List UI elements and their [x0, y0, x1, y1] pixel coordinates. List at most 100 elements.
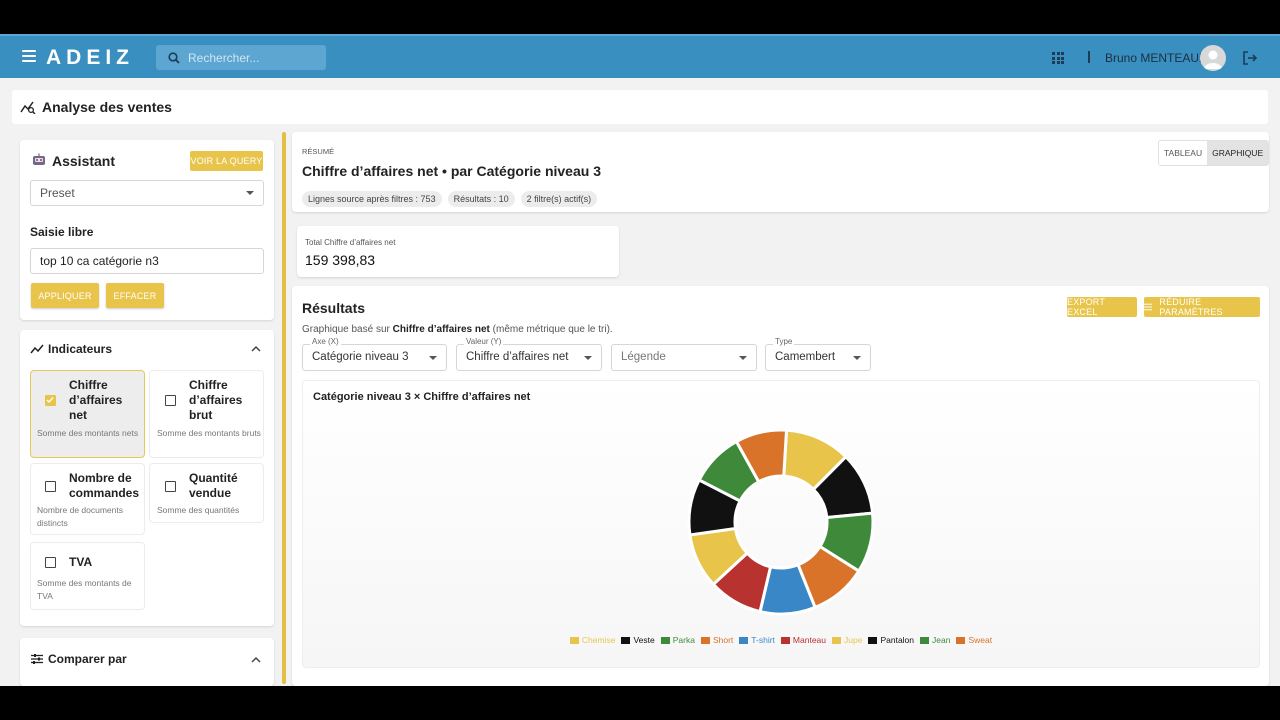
- reduce-params-label: RÉDUIRE PARAMÈTRES: [1159, 297, 1223, 317]
- legend-label: Jupe: [844, 635, 863, 645]
- app-logo[interactable]: ADEIZ: [46, 46, 134, 70]
- legend-label: Pantalon: [880, 635, 915, 645]
- legend-placeholder: Légende: [621, 351, 666, 363]
- legend-item[interactable]: Manteau: [780, 635, 827, 645]
- checkbox[interactable]: [45, 395, 56, 406]
- results-description: Graphique basé sur Chiffre d’affaires ne…: [302, 324, 613, 335]
- legend-swatch: [660, 636, 670, 644]
- compare-title: Comparer par: [48, 652, 127, 666]
- reduce-params-button[interactable]: RÉDUIRE PARAMÈTRES: [1144, 297, 1260, 317]
- page-title: Analyse des ventes: [42, 99, 172, 115]
- legend-item[interactable]: Chemise: [569, 635, 616, 645]
- axis-x-value: Catégorie niveau 3: [312, 351, 409, 363]
- indicator-card-ca-brut[interactable]: Chiffre d’affaires brut Somme des montan…: [149, 370, 264, 458]
- legend-swatch: [956, 636, 966, 644]
- indicators-title: Indicateurs: [48, 342, 113, 356]
- results-title: Résultats: [302, 300, 366, 316]
- checkbox[interactable]: [165, 395, 176, 406]
- value-y-label: Valeur (Y): [464, 337, 504, 346]
- indicator-card-orders[interactable]: Nombre de commandes Nombre de documents …: [30, 463, 145, 535]
- clear-button[interactable]: EFFACER: [106, 283, 164, 308]
- export-excel-button[interactable]: EXPORT EXCEL: [1067, 297, 1137, 317]
- tab-chart[interactable]: GRAPHIQUE: [1207, 141, 1269, 165]
- checkbox[interactable]: [45, 557, 56, 568]
- legend-item[interactable]: Pantalon: [868, 635, 914, 645]
- divider: [1088, 51, 1090, 63]
- chart-title: Catégorie niveau 3 × Chiffre d’affaires …: [313, 391, 531, 403]
- apply-button[interactable]: APPLIQUER: [31, 283, 99, 308]
- legend-label: Short: [712, 635, 734, 645]
- type-select[interactable]: Type Camembert: [765, 337, 871, 371]
- apps-grid-icon[interactable]: [1052, 52, 1064, 64]
- indicator-card-tva[interactable]: TVA Somme des montants de TVA: [30, 542, 145, 610]
- view-toggle: TABLEAU GRAPHIQUE: [1158, 140, 1270, 166]
- tab-table[interactable]: TABLEAU: [1159, 141, 1207, 165]
- legend-item[interactable]: Jupe: [832, 635, 862, 645]
- legend-label: Jean: [932, 635, 951, 645]
- legend-item[interactable]: Sweat: [956, 635, 992, 645]
- menu-icon[interactable]: [22, 50, 36, 62]
- type-label: Type: [773, 337, 795, 346]
- free-input-field[interactable]: top 10 ca catégorie n3: [30, 248, 264, 274]
- indicator-card-quantity[interactable]: Quantité vendue Somme des quantités: [149, 463, 264, 523]
- compare-card[interactable]: Comparer par: [20, 638, 274, 686]
- indicator-name: TVA: [69, 555, 93, 569]
- checkbox[interactable]: [45, 481, 56, 492]
- legend-item[interactable]: Jean: [920, 635, 950, 645]
- legend-swatch: [868, 636, 878, 644]
- free-input-value: top 10 ca catégorie n3: [40, 254, 159, 268]
- legend-item[interactable]: Veste: [621, 635, 655, 645]
- indicator-card-ca-net[interactable]: Chiffre d’affaires net Somme des montant…: [30, 370, 145, 458]
- panel-scrollbar[interactable]: [282, 132, 286, 684]
- legend-label: Manteau: [792, 635, 827, 645]
- indicator-desc: Nombre de documents distincts: [37, 505, 123, 528]
- preset-select-value: Preset: [40, 186, 75, 200]
- legend-item[interactable]: Parka: [660, 635, 695, 645]
- chevron-up-icon[interactable]: [251, 345, 261, 352]
- summary-chips: Lignes source après filtres : 753 Résulta…: [302, 189, 603, 207]
- chevron-up-icon[interactable]: [251, 656, 261, 663]
- assistant-card: Assistant VOIR LA QUERY Preset Saisie li…: [20, 140, 274, 320]
- user-name[interactable]: Bruno MENTEAUX: [1105, 51, 1207, 65]
- summary-card: RÉSUMÉ Chiffre d’affaires net • par Caté…: [292, 132, 1270, 212]
- search-box[interactable]: [156, 45, 326, 70]
- search-input[interactable]: [188, 50, 318, 65]
- logout-icon[interactable]: [1242, 50, 1258, 66]
- indicator-desc: Somme des montants nets: [37, 428, 139, 438]
- results-card: Résultats EXPORT EXCEL RÉDUIRE PARAMÈTRE…: [292, 286, 1269, 686]
- trend-icon: [30, 344, 44, 354]
- legend-label: Chemise: [581, 635, 616, 645]
- chevron-down-icon: [853, 356, 861, 360]
- value-y-select[interactable]: Valeur (Y) Chiffre d’affaires net: [456, 337, 602, 371]
- assistant-title: Assistant: [52, 153, 116, 169]
- axis-x-select[interactable]: Axe (X) Catégorie niveau 3: [302, 337, 447, 371]
- legend-swatch: [700, 636, 710, 644]
- axis-x-label: Axe (X): [310, 337, 341, 346]
- legend-item[interactable]: T-shirt: [739, 635, 775, 645]
- sliders-icon: [1144, 303, 1153, 311]
- legend-swatch: [569, 636, 579, 644]
- legend-swatch: [780, 636, 790, 644]
- indicator-name: Chiffre d’affaires brut: [189, 378, 243, 422]
- checkbox[interactable]: [165, 481, 176, 492]
- legend-swatch: [832, 636, 842, 644]
- chevron-down-icon: [429, 356, 437, 360]
- avatar-icon[interactable]: [1200, 45, 1226, 71]
- chevron-down-icon: [584, 356, 592, 360]
- legend-label: Parka: [672, 635, 695, 645]
- legend-select[interactable]: Légende: [611, 344, 757, 371]
- preset-select[interactable]: Preset: [30, 180, 264, 206]
- legend-label: Veste: [633, 635, 655, 645]
- legend-item[interactable]: Short: [700, 635, 734, 645]
- top-bar: ADEIZ Bruno MENTEAUX: [0, 34, 1280, 78]
- indicator-desc: Somme des montants de TVA: [37, 578, 132, 601]
- analytics-icon: [20, 101, 36, 114]
- legend-swatch: [739, 636, 749, 644]
- legend-label: T-shirt: [751, 635, 775, 645]
- view-query-button[interactable]: VOIR LA QUERY: [190, 151, 263, 171]
- desc-suffix: (même métrique que le tri).: [489, 324, 613, 335]
- indicator-name: Chiffre d’affaires net: [69, 378, 123, 422]
- summary-title: Chiffre d’affaires net • par Catégorie n…: [302, 163, 601, 179]
- desc-metric: Chiffre d’affaires net: [392, 324, 490, 335]
- free-input-label: Saisie libre: [30, 225, 94, 239]
